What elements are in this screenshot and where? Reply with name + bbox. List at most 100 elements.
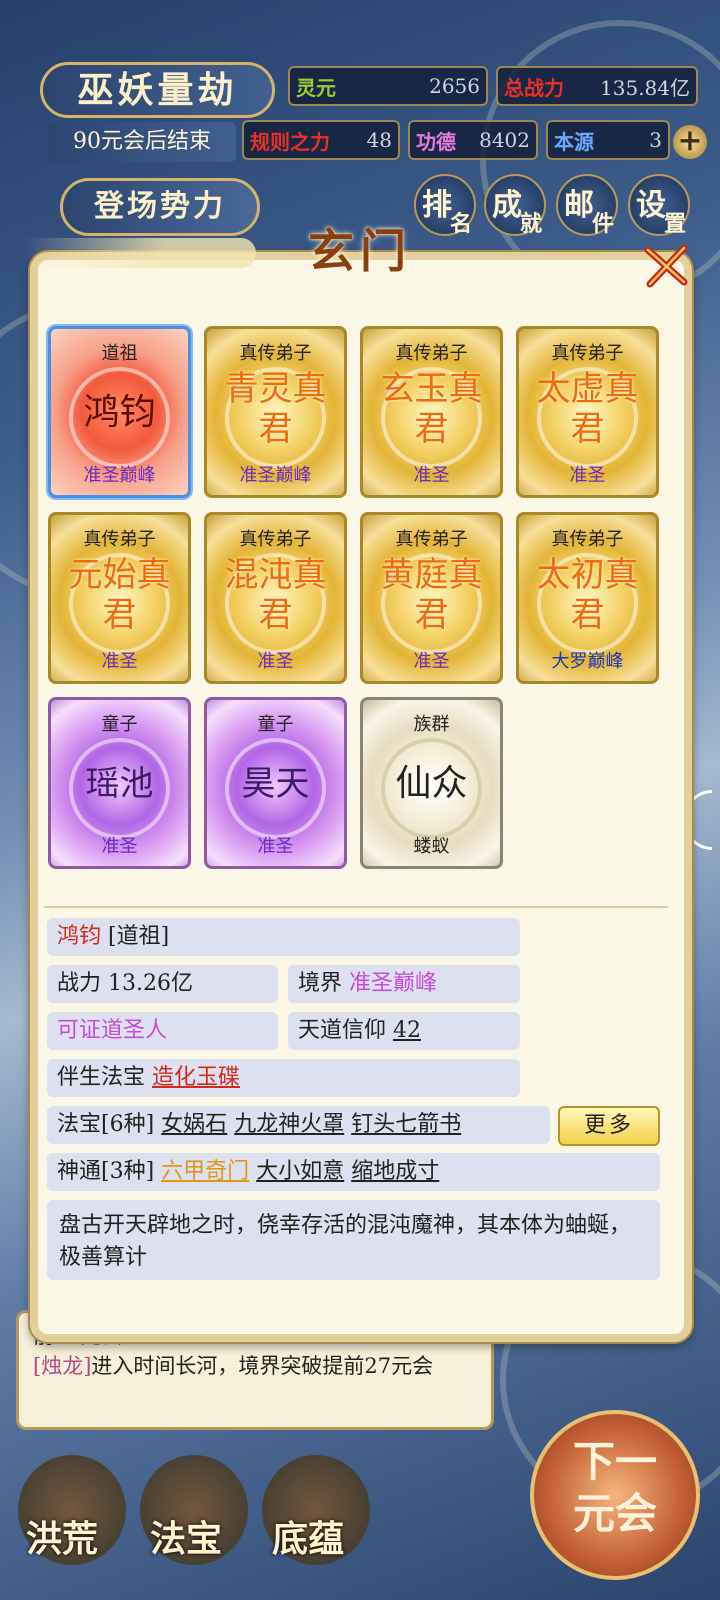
card-realm: 准圣 [101,651,138,672]
treasure-link[interactable]: 钉头七箭书 [351,1112,461,1137]
card-rank: 族群 [413,714,450,735]
detail-description: 盘古开天辟地之时，侥幸存活的混沌魔神，其本体为蚰蜒，极善算计 [47,1200,660,1280]
companion-treasure-link[interactable]: 造化玉碟 [152,1065,240,1090]
card-name: 玄玉真君 [380,369,483,449]
card-name: 鸿钧 [83,392,156,433]
more-treasures-button[interactable]: 更多 [558,1106,660,1146]
era-status: 90元会后结束 [48,122,236,162]
log-text: 进入时间长河，境界突破提前27元会 [91,1354,434,1378]
log-tag: [烛龙] [33,1354,92,1378]
companion-label: 伴生法宝 [57,1065,146,1090]
button-char: 置 [664,211,687,237]
button-char: 设 [636,188,666,223]
stat-rules-power: 规则之力 48 [242,120,400,160]
card-realm: 蝼蚁 [413,836,450,857]
achievement-button[interactable]: 成 就 [484,174,546,237]
member-card[interactable]: 真传弟子 太初真君 大罗巅峰 [516,512,659,684]
detail-name: 鸿钧 [57,924,102,949]
button-char: 件 [592,211,615,237]
detail-realm-row: 境界 准圣巅峰 [288,965,520,1003]
button-char: 名 [450,211,473,237]
member-card[interactable]: 族群 仙众 蝼蚁 [360,697,503,869]
treasure-link[interactable]: 女娲石 [161,1112,227,1137]
card-rank: 真传弟子 [239,529,312,550]
skill-link[interactable]: 大小如意 [256,1159,344,1184]
card-realm: 准圣 [413,651,450,672]
stat-origin: 本源 3 [546,120,670,160]
detail-treasure-row: 法宝[6种] 女娲石 九龙神火罩 钉头七箭书 [47,1106,550,1144]
nav-fabao[interactable]: 法宝 [150,1510,222,1562]
card-rank: 真传弟子 [551,343,624,364]
skill-link[interactable]: 六甲奇门 [161,1159,249,1184]
skill-link[interactable]: 缩地成寸 [351,1159,439,1184]
power-value: 13.26亿 [108,971,193,996]
button-char: 邮 [564,188,594,223]
card-name: 仙众 [395,763,468,804]
detail-rank: [道祖] [108,924,170,949]
button-char: 就 [520,211,543,237]
next-era-label: 下一元会 [572,1437,657,1538]
power-label: 战力 [57,971,102,996]
card-name: 太初真君 [536,555,639,635]
stat-value: 8402 [479,128,530,152]
member-card[interactable]: 真传弟子 混沌真君 准圣 [204,512,347,684]
nav-diyun[interactable]: 底蕴 [272,1510,344,1562]
treasure-link[interactable]: 九龙神火罩 [234,1112,344,1137]
member-card[interactable]: 真传弟子 青灵真君 准圣巅峰 [204,326,347,498]
panel-ribbon [26,238,256,268]
card-name: 黄庭真君 [380,555,483,635]
stat-label: 规则之力 [250,129,330,154]
card-name: 元始真君 [68,555,171,635]
card-realm: 准圣巅峰 [83,465,156,486]
stat-merit: 功德 8402 [408,120,538,160]
card-rank: 真传弟子 [551,529,624,550]
member-card[interactable]: 真传弟子 玄玉真君 准圣 [360,326,503,498]
saint-status: 可证道圣人 [57,1018,168,1043]
card-name: 青灵真君 [224,369,327,449]
faith-value[interactable]: 42 [393,1018,421,1043]
skill-label: 神通[3种] [57,1159,155,1184]
card-name: 混沌真君 [224,555,327,635]
detail-skill-row: 神通[3种] 六甲奇门 大小如意 缩地成寸 [47,1153,660,1191]
member-card[interactable]: 童子 昊天 准圣 [204,697,347,869]
stat-value: 3 [649,128,662,152]
panel-title: 玄门 [308,224,412,278]
member-card[interactable]: 真传弟子 黄庭真君 准圣 [360,512,503,684]
mail-button[interactable]: 邮 件 [556,174,618,237]
card-rank: 真传弟子 [239,343,312,364]
card-realm: 准圣 [413,465,450,486]
button-char: 成 [492,188,522,223]
add-origin-button[interactable]: + [673,125,707,159]
card-name: 昊天 [241,764,310,804]
realm-label: 境界 [298,971,343,996]
card-name: 瑶池 [85,764,154,804]
member-card[interactable]: 真传弟子 太虚真君 准圣 [516,326,659,498]
stat-value: 135.84亿 [600,75,690,100]
panel-divider [44,906,668,908]
factions-button[interactable]: 登场势力 [60,178,260,236]
realm-value: 准圣巅峰 [349,971,438,996]
card-name: 太虚真君 [536,369,639,449]
next-era-button[interactable]: 下一元会 [530,1410,700,1580]
stat-value: 2656 [429,74,480,98]
card-rank: 道祖 [101,343,138,364]
detail-name-row: 鸿钧 [道祖] [47,918,520,956]
stat-value: 48 [366,128,392,152]
member-card[interactable]: 道祖 鸿钧 准圣巅峰 [48,326,191,498]
detail-saint-row: 可证道圣人 [47,1012,278,1050]
nav-honghuang[interactable]: 洪荒 [26,1510,98,1562]
card-realm: 准圣巅峰 [239,465,312,486]
detail-companion-row: 伴生法宝 造化玉碟 [47,1059,520,1097]
faith-label: 天道信仰 [298,1018,387,1043]
member-card[interactable]: 童子 瑶池 准圣 [48,697,191,869]
card-realm: 准圣 [569,465,606,486]
member-card[interactable]: 真传弟子 元始真君 准圣 [48,512,191,684]
settings-button[interactable]: 设 置 [628,174,690,237]
card-rank: 真传弟子 [395,343,468,364]
stat-label: 功德 [416,129,456,154]
stat-label: 总战力 [504,75,564,100]
card-rank: 童子 [101,714,138,735]
stat-label: 灵元 [296,75,336,100]
stat-label: 本源 [554,129,594,154]
close-icon[interactable] [640,240,692,292]
